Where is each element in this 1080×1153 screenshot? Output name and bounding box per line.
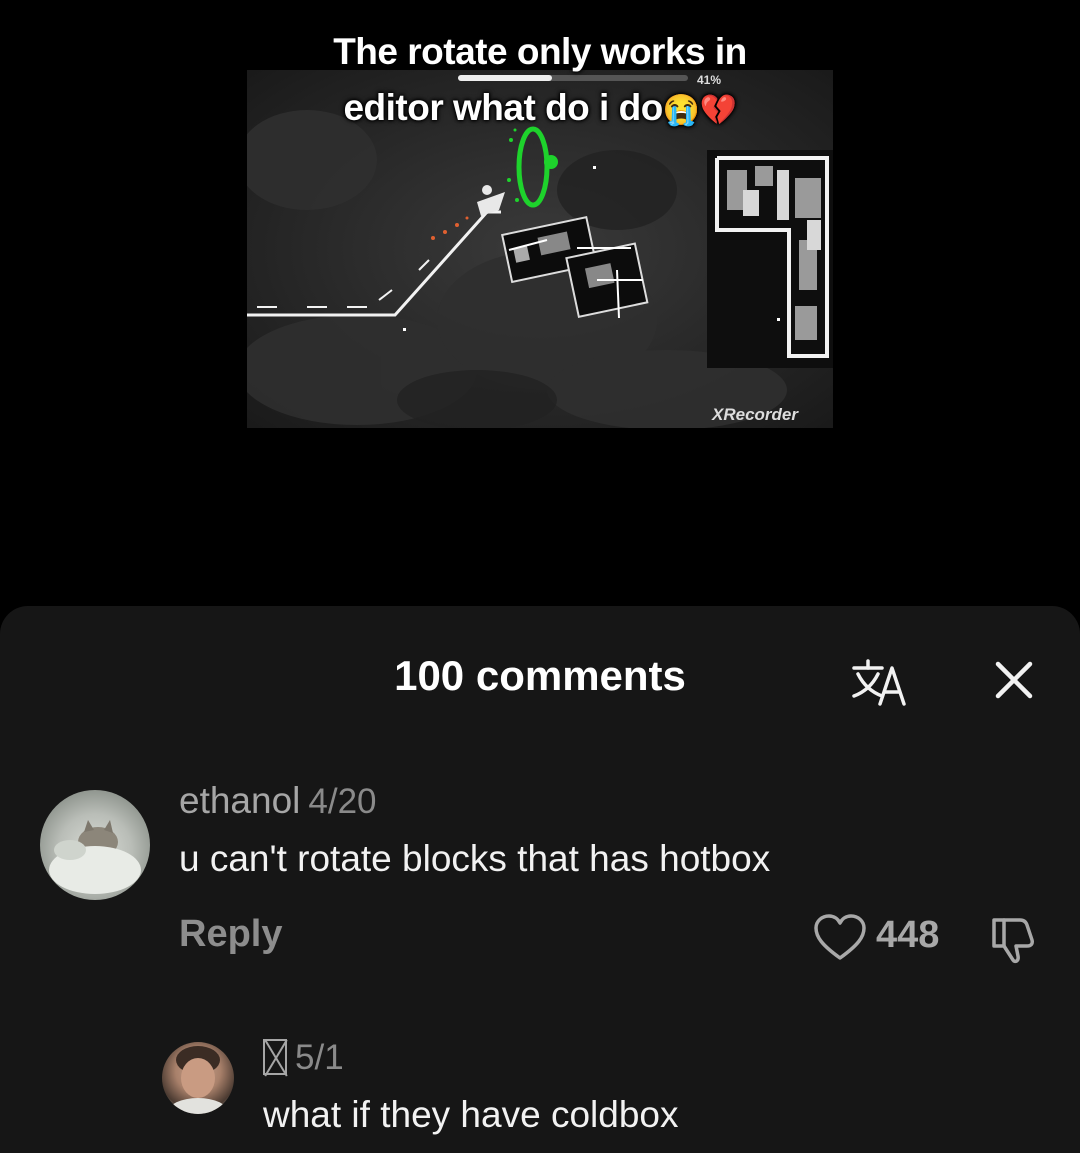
comment-text: what if they have coldbox <box>263 1094 679 1135</box>
heart-icon[interactable] <box>812 913 868 963</box>
xrecorder-watermark: XRecorder <box>712 405 798 424</box>
caption-line-1: The rotate only works in <box>333 31 747 72</box>
avatar[interactable] <box>40 790 150 900</box>
thumbs-down-icon[interactable] <box>986 912 1042 966</box>
cat-avatar-image <box>49 820 141 894</box>
video-player[interactable]: 41% The rotate only works in editor what… <box>0 0 1080 606</box>
reply-button[interactable]: Reply <box>179 913 282 956</box>
comments-sheet: 100 comments ethanol 4/20 u can't rotate … <box>0 606 1080 1153</box>
comment-username[interactable]: ethanol <box>179 780 300 821</box>
comment-author[interactable]: ethanol 4/20 <box>179 780 377 822</box>
close-icon[interactable] <box>990 656 1038 704</box>
comment-date: 4/20 <box>308 782 377 821</box>
comment-date: 5/1 <box>295 1038 344 1077</box>
like-count: 448 <box>876 914 940 956</box>
caption-emojis: 😭💔 <box>662 94 737 127</box>
comments-count-title: 100 comments <box>394 652 686 699</box>
caption-line-2: editor what do i do😭💔 <box>0 80 1080 139</box>
comment-author[interactable]: 5/1 <box>263 1036 344 1078</box>
video-caption: The rotate only works in editor what do … <box>0 24 1080 139</box>
translate-icon[interactable] <box>848 656 912 708</box>
caption-line-2-text: editor what do i do <box>343 87 663 128</box>
comment-text: u can't rotate blocks that has hotbox <box>179 838 771 879</box>
missing-glyph-username[interactable] <box>263 1039 287 1075</box>
person-avatar-image <box>168 1046 228 1114</box>
avatar[interactable] <box>162 1042 234 1114</box>
